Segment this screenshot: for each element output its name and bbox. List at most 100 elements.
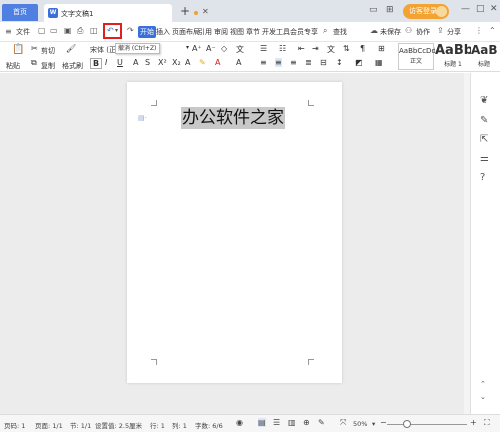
status-row[interactable]: 行: 1	[150, 420, 165, 430]
outline-view-icon[interactable]: ☰	[273, 418, 280, 427]
reading-view-icon[interactable]: ▥	[288, 418, 296, 427]
menu-dev-tools[interactable]: 开发工具	[262, 27, 290, 37]
new-doc-icon[interactable]: ▢	[38, 26, 46, 35]
style-normal[interactable]: AaBbCcDd 正文	[398, 43, 436, 70]
collapse-ribbon-icon[interactable]: ⌃	[489, 26, 496, 35]
underline-button[interactable]: U	[117, 58, 123, 67]
menu-references[interactable]: 引用	[198, 27, 212, 37]
bold-button[interactable]: B	[90, 58, 103, 69]
close-tab-icon[interactable]: ✕	[202, 7, 209, 16]
edit-pen-icon[interactable]: ✎	[480, 115, 488, 126]
close-window-icon[interactable]: ✕	[490, 4, 498, 14]
print-preview-icon[interactable]: ◫	[90, 26, 98, 35]
collab-button[interactable]: 协作	[416, 27, 430, 37]
menu-review[interactable]: 审阅	[214, 27, 228, 37]
save-icon[interactable]: ▣	[64, 26, 72, 35]
align-left-icon[interactable]: ≡	[260, 58, 267, 67]
char-border-icon[interactable]: A	[236, 58, 241, 67]
paragraph-marker-icon[interactable]: ▤·	[138, 114, 147, 122]
align-center-icon[interactable]: ≡	[275, 58, 282, 67]
style-heading1[interactable]: AaBb 标题 1	[435, 43, 473, 70]
window-layout-icon[interactable]: ▭	[369, 5, 378, 15]
shrink-font-icon[interactable]: A⁻	[206, 44, 216, 53]
guest-login-button[interactable]: 访客登录	[403, 4, 449, 19]
subscript-icon[interactable]: X₂	[172, 58, 181, 67]
tab-home[interactable]: 首页	[2, 4, 38, 21]
table-layout-icon[interactable]: ⊞	[378, 44, 385, 53]
justify-icon[interactable]: ≣	[305, 58, 312, 67]
style-panel-icon[interactable]: ❦	[480, 95, 488, 106]
distribute-icon[interactable]: ⊟	[320, 58, 327, 67]
hamburger-menu-icon[interactable]: ≡	[5, 27, 12, 36]
search-button[interactable]: 查找	[333, 27, 347, 37]
eye-protect-icon[interactable]: ◉	[236, 418, 243, 427]
font-size-dropdown-icon[interactable]: ▾	[186, 44, 189, 51]
sort-icon[interactable]: ⇅	[343, 44, 350, 53]
menu-view[interactable]: 视图	[230, 27, 244, 37]
bullet-list-icon[interactable]: ☰	[260, 44, 267, 53]
copy-button[interactable]: 复制	[41, 61, 55, 71]
style-title[interactable]: AaB 标题	[471, 43, 497, 70]
align-right-icon[interactable]: ≡	[290, 58, 297, 67]
print-icon[interactable]: ⎙	[77, 26, 83, 36]
status-pages[interactable]: 页面: 1/1	[35, 420, 63, 430]
select-cursor-icon[interactable]: ⇱	[480, 134, 488, 145]
adjust-settings-icon[interactable]: ⚌	[480, 153, 489, 164]
share-icon[interactable]: ⇪	[437, 26, 444, 35]
maximize-icon[interactable]: □	[476, 4, 485, 14]
web-view-icon[interactable]: ⊕	[303, 418, 310, 427]
status-section[interactable]: 节: 1/1	[70, 420, 91, 430]
indent-increase-icon[interactable]: ⇥	[312, 44, 319, 53]
menu-start[interactable]: 开始	[138, 26, 156, 38]
status-word-count[interactable]: 字数: 6/6	[195, 420, 223, 430]
apps-grid-icon[interactable]: ⊞	[386, 5, 394, 15]
strikethrough-icon[interactable]: S	[145, 58, 150, 67]
unsaved-status[interactable]: 未保存	[380, 27, 401, 37]
menu-page-layout[interactable]: 页面布局	[172, 27, 200, 37]
new-tab-button[interactable]: +	[180, 4, 190, 18]
more-options-icon[interactable]: ⋮	[475, 26, 483, 35]
help-icon[interactable]: ?	[480, 172, 485, 183]
document-heading-text[interactable]: 办公软件之家	[181, 107, 285, 129]
superscript-icon[interactable]: X²	[158, 58, 167, 67]
shading-icon[interactable]: ◩	[355, 58, 363, 67]
phonetic-icon[interactable]: 文	[236, 44, 244, 55]
scroll-down-icon[interactable]: ⌄	[480, 393, 486, 401]
format-painter-icon[interactable]: 🖌	[66, 44, 76, 53]
status-page-number[interactable]: 页码: 1	[4, 420, 25, 430]
chinese-layout-icon[interactable]: 文	[327, 44, 335, 55]
grow-font-icon[interactable]: A⁺	[192, 44, 202, 53]
highlight-icon[interactable]: ✎	[199, 58, 206, 67]
cut-button[interactable]: 剪切	[41, 46, 55, 56]
zoom-level[interactable]: 50%	[353, 420, 367, 428]
status-column[interactable]: 列: 1	[172, 420, 187, 430]
zoom-in-icon[interactable]: +	[470, 418, 477, 427]
font-color-icon[interactable]: A	[215, 58, 220, 67]
show-marks-icon[interactable]: ¶	[360, 44, 365, 53]
cut-icon[interactable]: ✂	[31, 44, 38, 53]
document-page[interactable]: ▤· 办公软件之家	[127, 82, 342, 383]
font-color-a-icon[interactable]: A	[133, 58, 138, 67]
minimize-icon[interactable]: —	[461, 4, 470, 14]
scroll-up-icon[interactable]: ⌃	[480, 380, 486, 388]
search-icon[interactable]: ⌕	[323, 26, 327, 36]
page-view-icon[interactable]: ▤	[258, 418, 266, 427]
tab-document[interactable]: W 文字文稿1 ✕	[44, 4, 209, 22]
paste-button[interactable]: 粘贴	[6, 61, 20, 71]
paste-icon[interactable]: 📋	[12, 44, 24, 55]
fit-page-icon[interactable]: ⤧	[340, 418, 346, 428]
copy-icon[interactable]: ⧉	[31, 58, 37, 68]
numbered-list-icon[interactable]: ☷	[279, 44, 286, 53]
open-folder-icon[interactable]: ▭	[50, 26, 58, 35]
clear-format-icon[interactable]: ◇	[221, 44, 227, 53]
borders-icon[interactable]: ▦	[375, 58, 383, 67]
italic-button[interactable]: I	[105, 58, 107, 67]
font-name-select[interactable]: 宋体 (正	[90, 45, 116, 55]
collab-icon[interactable]: ⚇	[405, 26, 412, 35]
menu-insert[interactable]: 插入	[156, 27, 170, 37]
menu-section[interactable]: 章节	[246, 27, 260, 37]
write-mode-icon[interactable]: ✎	[318, 418, 325, 427]
menu-member[interactable]: 会员专享	[290, 27, 318, 37]
redo-icon[interactable]: ↷	[127, 26, 134, 35]
indent-decrease-icon[interactable]: ⇤	[298, 44, 305, 53]
